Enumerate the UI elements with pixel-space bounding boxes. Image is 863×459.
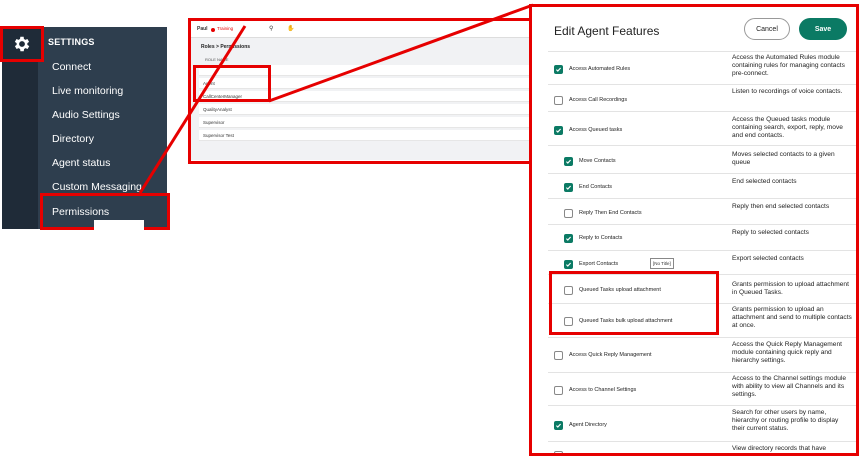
feature-label: Access Automated Rules bbox=[569, 66, 631, 72]
no-title-tooltip: [No Title] bbox=[650, 258, 674, 269]
feature-checkbox[interactable] bbox=[564, 260, 573, 269]
queued-tasks-highlight-box bbox=[549, 271, 719, 335]
mini-user-name: Paul bbox=[197, 26, 208, 32]
row-divider bbox=[548, 51, 856, 52]
feature-description: Grants permission to upload an attachmen… bbox=[732, 306, 852, 329]
feature-checkbox[interactable] bbox=[564, 157, 573, 166]
feature-description: Access to the Channel settings module wi… bbox=[732, 375, 846, 398]
feature-label: Export Contacts bbox=[579, 261, 619, 267]
row-divider bbox=[548, 198, 856, 199]
feature-description: Access the Automated Rules module contai… bbox=[732, 54, 845, 77]
feature-checkbox[interactable] bbox=[554, 351, 563, 360]
row-divider bbox=[548, 337, 856, 338]
sidebar-item-custom-messaging[interactable]: Custom Messaging bbox=[52, 181, 142, 193]
feature-checkbox[interactable] bbox=[554, 96, 563, 105]
permissions-tooltip bbox=[94, 220, 144, 230]
feature-checkbox[interactable] bbox=[564, 183, 573, 192]
feature-checkbox[interactable] bbox=[564, 209, 573, 218]
mini-role-row[interactable]: Supervisor Test bbox=[199, 130, 531, 141]
feature-description: Listen to recordings of voice contacts. bbox=[732, 88, 843, 95]
feature-label: Access Call Recordings bbox=[569, 97, 628, 103]
mini-role-row[interactable]: Supervisor bbox=[199, 117, 531, 128]
feature-description: Access the Quick Reply Management module… bbox=[732, 341, 842, 364]
cancel-button[interactable]: Cancel bbox=[744, 18, 790, 40]
feature-label: End Contacts bbox=[579, 184, 613, 190]
feature-label: Move Contacts bbox=[579, 158, 616, 164]
edit-agent-features-panel: Edit Agent Features Cancel Save Access A… bbox=[529, 4, 859, 456]
feature-label: Access Queued tasks bbox=[569, 127, 623, 133]
save-button[interactable]: Save bbox=[799, 18, 847, 40]
feature-description: End selected contacts bbox=[732, 178, 797, 185]
feature-checkbox[interactable] bbox=[564, 234, 573, 243]
row-divider bbox=[548, 145, 856, 146]
row-divider bbox=[548, 173, 856, 174]
row-divider bbox=[548, 250, 856, 251]
sidebar-item-connect[interactable]: Connect bbox=[52, 61, 91, 73]
row-divider bbox=[548, 441, 856, 442]
feature-description: Search for other users by name, hierarch… bbox=[732, 409, 839, 432]
mini-top-bar: Paul Training ⚲ ✋ bbox=[191, 21, 531, 38]
sidebar-item-agent-status[interactable]: Agent status bbox=[52, 157, 110, 169]
feature-description: Reply then end selected contacts bbox=[732, 203, 830, 210]
feature-checkbox[interactable] bbox=[554, 451, 563, 453]
panel-title: Edit Agent Features bbox=[554, 24, 660, 38]
mini-role-row[interactable]: QualityAnalyst bbox=[199, 104, 531, 115]
feature-description: Access the Queued tasks module containin… bbox=[732, 116, 843, 139]
row-divider bbox=[548, 84, 856, 85]
sidebar-item-audio-settings[interactable]: Audio Settings bbox=[52, 109, 120, 121]
feature-checkbox[interactable] bbox=[554, 386, 563, 395]
row-divider bbox=[548, 372, 856, 373]
feature-description: Export selected contacts bbox=[732, 255, 804, 262]
mini-column-header: ROLE NAME bbox=[205, 57, 229, 62]
agent-highlight-box bbox=[193, 65, 271, 102]
sidebar-item-directory[interactable]: Directory bbox=[52, 133, 94, 145]
sidebar-item-live-monitoring[interactable]: Live monitoring bbox=[52, 85, 123, 97]
row-divider bbox=[548, 111, 856, 112]
feature-label: Reply Then End Contacts bbox=[579, 210, 642, 216]
feature-label: Agent Directory bbox=[569, 422, 607, 428]
feature-description: View directory records that have bbox=[732, 445, 827, 452]
feature-description: Grants permission to upload attachment i… bbox=[732, 281, 849, 296]
row-divider bbox=[548, 224, 856, 225]
feature-label: Access Quick Reply Management bbox=[569, 352, 652, 358]
feature-checkbox[interactable] bbox=[554, 126, 563, 135]
feature-checkbox[interactable] bbox=[554, 421, 563, 430]
mini-page-header: Roles > Permissions bbox=[201, 44, 251, 50]
mini-status-text[interactable]: Training bbox=[217, 26, 233, 31]
feature-description: Reply to selected contacts bbox=[732, 229, 809, 236]
mini-hand-icon[interactable]: ✋ bbox=[287, 25, 294, 32]
feature-checkbox[interactable] bbox=[554, 65, 563, 74]
gear-icon[interactable] bbox=[0, 26, 44, 62]
sidebar-title: SETTINGS bbox=[48, 37, 95, 47]
row-divider bbox=[548, 405, 856, 406]
feature-label: Access to Channel Settings bbox=[569, 387, 637, 393]
mini-status-dot bbox=[211, 28, 215, 32]
feature-label: Reply to Contacts bbox=[579, 235, 623, 241]
feature-description: Moves selected contacts to a given queue bbox=[732, 151, 835, 166]
mini-bell-icon[interactable]: ⚲ bbox=[269, 25, 273, 32]
